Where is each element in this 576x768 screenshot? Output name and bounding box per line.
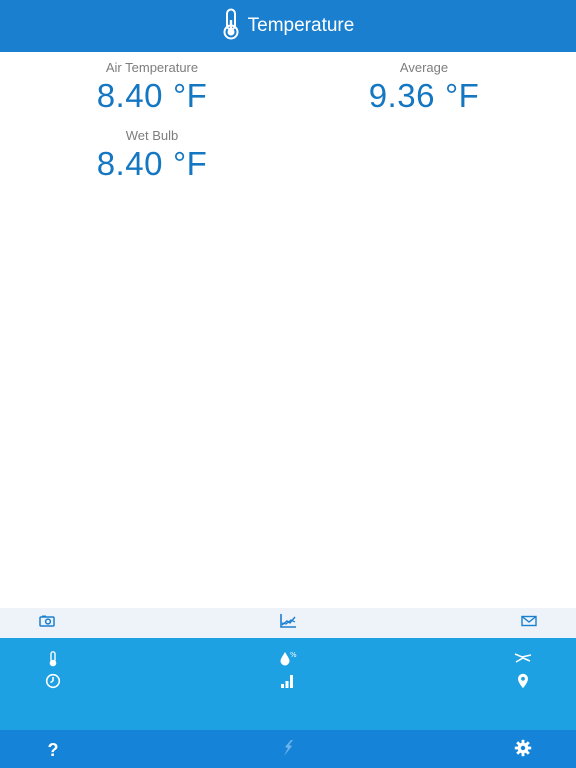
mail-icon [521, 614, 537, 632]
mail-button[interactable] [519, 614, 539, 632]
average-unit: °F [444, 77, 480, 114]
camera-button[interactable] [37, 614, 57, 632]
gauge-icon [45, 673, 61, 694]
mode-humidity-button[interactable]: % [278, 650, 298, 670]
humidity-icon: % [279, 650, 297, 671]
help-button[interactable]: ? [42, 739, 64, 761]
mode-temperature-button[interactable] [43, 650, 63, 672]
graph-icon [279, 613, 297, 634]
settings-gear-icon [514, 739, 532, 762]
camera-icon [39, 614, 55, 632]
brand-logo [277, 739, 299, 761]
wet-bulb-number: 8.40 [96, 145, 163, 182]
mode-wind-button[interactable] [513, 650, 533, 670]
mode-selector-panel: % [0, 638, 576, 730]
wet-bulb-label: Wet Bulb [125, 128, 179, 143]
signal-bars-icon [280, 673, 296, 694]
air-temperature-readout: Air Temperature 8.40 °F [52, 60, 252, 115]
svg-text:%: % [290, 651, 297, 659]
page-title: Temperature [247, 15, 355, 36]
wet-bulb-value: 8.40 °F [52, 145, 252, 183]
average-readout: Average 9.36 °F [324, 60, 524, 115]
brand-logo-icon [281, 739, 295, 762]
mode-location-button[interactable] [513, 673, 533, 693]
graph-button[interactable] [278, 613, 298, 634]
header-title-group: Temperature [222, 8, 355, 45]
mode-gauge-button[interactable] [43, 673, 63, 693]
help-icon: ? [47, 739, 59, 760]
settings-button[interactable] [512, 739, 534, 761]
app-header: Temperature [0, 0, 576, 52]
action-toolbar [0, 608, 576, 638]
location-pin-icon [517, 673, 529, 694]
wet-bulb-readout: Wet Bulb 8.40 °F [52, 128, 252, 183]
wind-icon [514, 651, 532, 670]
wet-bulb-unit: °F [172, 145, 208, 182]
average-number: 9.36 [368, 77, 435, 114]
air-temperature-number: 8.40 [96, 77, 163, 114]
air-temperature-value: 8.40 °F [52, 77, 252, 115]
average-value: 9.36 °F [324, 77, 524, 115]
thermometer-icon [222, 8, 240, 45]
air-temperature-label: Air Temperature [105, 60, 199, 75]
average-label: Average [399, 60, 449, 75]
mode-signal-button[interactable] [278, 673, 298, 693]
thermometer-icon [48, 650, 58, 672]
bottom-navigation-bar: ? [0, 730, 576, 768]
air-temperature-unit: °F [172, 77, 208, 114]
